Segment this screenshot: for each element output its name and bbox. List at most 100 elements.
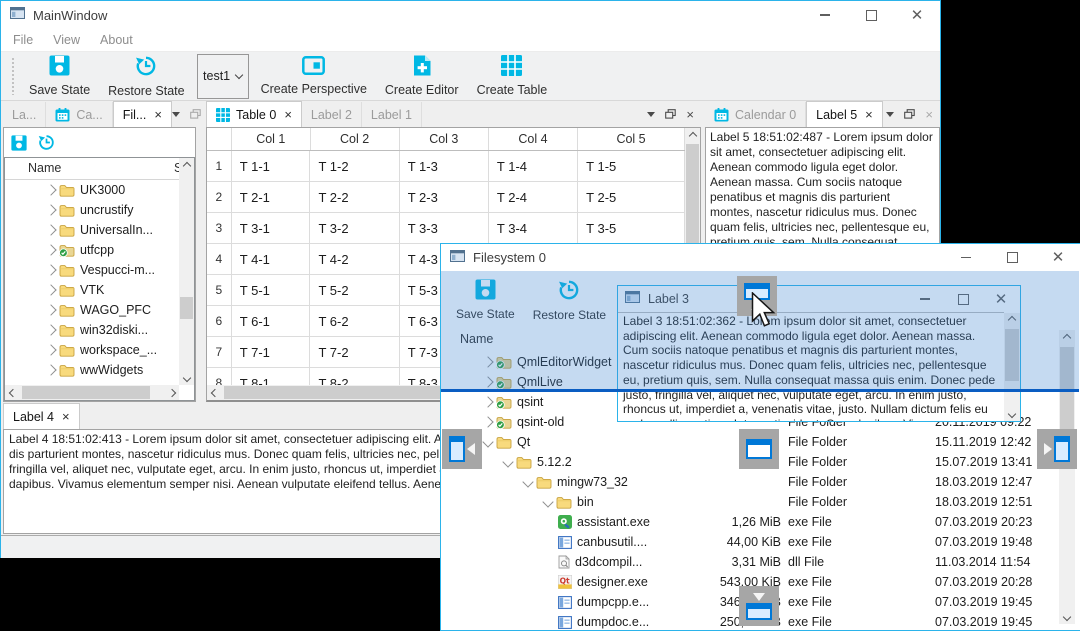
tabs-menu-icon[interactable] (171, 111, 180, 117)
name-column-header[interactable]: Name (28, 161, 61, 175)
maximize-button[interactable] (848, 1, 894, 29)
menu-item-file[interactable]: File (3, 33, 43, 47)
table-cell[interactable]: T 1-5 (578, 151, 685, 181)
chevron-right-icon[interactable] (45, 324, 57, 336)
row-number[interactable]: 2 (207, 182, 232, 212)
tree-vertical-scrollbar[interactable] (179, 158, 194, 385)
column-header[interactable]: Col 1 (232, 128, 311, 150)
chevron-right-icon[interactable] (45, 224, 57, 236)
drop-indicator-right-icon[interactable] (1037, 429, 1077, 469)
menu-item-about[interactable]: About (90, 33, 143, 47)
close-icon[interactable]: × (154, 108, 162, 121)
chevron-down-icon[interactable] (542, 496, 554, 508)
chevron-right-icon[interactable] (482, 416, 494, 428)
minimize-button[interactable] (943, 244, 989, 271)
table-cell[interactable]: T 3-2 (310, 213, 400, 243)
tree-item[interactable]: workspace_... (5, 340, 178, 360)
chevron-right-icon[interactable] (45, 304, 57, 316)
column-header[interactable]: Col 2 (311, 128, 400, 150)
table-cell[interactable]: T 3-3 (400, 213, 489, 243)
table-cell[interactable]: T 1-1 (232, 151, 311, 181)
tree-item[interactable]: UniversalIn... (5, 220, 178, 240)
row-number[interactable]: 8 (207, 368, 232, 385)
filesystem-titlebar[interactable]: Filesystem 0 ✕ (441, 244, 1080, 271)
tab-la[interactable]: La... (3, 102, 47, 127)
save-icon[interactable] (11, 134, 27, 151)
toolbar-handle[interactable] (11, 57, 16, 95)
table-cell[interactable]: T 2-1 (232, 182, 311, 212)
float-icon[interactable] (190, 109, 201, 119)
chevron-right-icon[interactable] (45, 204, 57, 216)
chevron-right-icon[interactable] (45, 184, 57, 196)
fs-tree-item[interactable]: bin File Folder 18.03.2019 12:51 (441, 492, 1057, 512)
table-cell[interactable]: T 3-1 (232, 213, 311, 243)
tab-fil[interactable]: Fil... × (112, 101, 172, 127)
close-icon[interactable]: × (284, 108, 292, 121)
create-perspective-button[interactable]: Create Perspective (252, 53, 376, 99)
close-button[interactable]: ✕ (894, 1, 940, 29)
row-number[interactable]: 1 (207, 151, 232, 181)
fs-tree-item[interactable]: assistant.exe 1,26 MiB exe File 07.03.2019 … (441, 512, 1057, 532)
tree-item[interactable]: Vespucci-m... (5, 260, 178, 280)
tree-item[interactable]: WAGO_PFC (5, 300, 178, 320)
table-cell[interactable]: T 5-2 (310, 275, 400, 305)
column-header[interactable]: Col 3 (400, 128, 489, 150)
table-cell[interactable]: T 1-2 (310, 151, 400, 181)
table-cell[interactable]: T 4-1 (232, 244, 311, 274)
chevron-right-icon[interactable] (45, 344, 57, 356)
table-cell[interactable]: T 2-5 (578, 182, 685, 212)
tree-item[interactable]: UK3000 (5, 180, 178, 200)
table-cell[interactable]: T 8-2 (310, 368, 400, 385)
fs-tree-item[interactable]: mingw73_32 File Folder 18.03.2019 12:47 (441, 472, 1057, 492)
tabs-menu-icon[interactable] (886, 111, 895, 117)
chevron-right-icon[interactable] (45, 284, 57, 296)
table-cell[interactable]: T 7-1 (232, 337, 311, 367)
perspective-combo[interactable]: test1 (196, 53, 249, 99)
close-icon[interactable]: × (62, 410, 70, 423)
drop-indicator-center-icon[interactable] (739, 429, 779, 469)
create-table-button[interactable]: Create Table (468, 53, 557, 99)
create-editor-button[interactable]: Create Editor (376, 53, 468, 99)
chevron-down-icon[interactable] (522, 476, 534, 488)
save-state-button[interactable]: Save State (20, 53, 99, 99)
tree-item[interactable]: win32diski... (5, 320, 178, 340)
tree-item[interactable]: VTK (5, 280, 178, 300)
drop-indicator-left-icon[interactable] (442, 429, 482, 469)
table-cell[interactable]: T 6-1 (232, 306, 311, 336)
close-icon[interactable]: × (865, 108, 873, 121)
history-icon[interactable] (38, 134, 55, 151)
table-cell[interactable]: T 1-4 (489, 151, 579, 181)
row-number[interactable]: 5 (207, 275, 232, 305)
table-cell[interactable]: T 4-2 (310, 244, 400, 274)
tree-item[interactable]: wwWidgets (5, 360, 178, 380)
tree-item[interactable]: uncrustify (5, 200, 178, 220)
menu-item-view[interactable]: View (43, 33, 90, 47)
chevron-right-icon[interactable] (45, 244, 57, 256)
tab-label5[interactable]: Label 5 × (806, 101, 883, 127)
maximize-button[interactable] (989, 244, 1035, 271)
tabs-menu-icon[interactable] (647, 111, 656, 117)
tree-horizontal-scrollbar[interactable] (5, 385, 179, 400)
table-cell[interactable]: T 8-1 (232, 368, 311, 385)
close-icon[interactable]: × (686, 108, 694, 121)
main-titlebar[interactable]: MainWindow ✕ (1, 1, 940, 29)
table-cell[interactable]: T 2-3 (400, 182, 489, 212)
row-number[interactable]: 7 (207, 337, 232, 367)
tab-label2[interactable]: Label 2 (302, 102, 362, 127)
tab-ca[interactable]: Ca... (46, 102, 113, 127)
restore-state-button[interactable]: Restore State (99, 53, 193, 99)
column-header[interactable]: Col 5 (578, 128, 686, 150)
column-header[interactable]: Col 4 (489, 128, 579, 150)
tree-item[interactable]: utfcpp (5, 240, 178, 260)
fs-tree-item[interactable]: canbusutil.... 44,00 KiB exe File 07.03.201… (441, 532, 1057, 552)
table-cell[interactable]: T 1-3 (400, 151, 489, 181)
chevron-down-icon[interactable] (502, 456, 514, 468)
tab-label1[interactable]: Label 1 (362, 102, 422, 127)
tab-table0[interactable]: Table 0 × (206, 101, 302, 127)
tab-calendar0[interactable]: Calendar 0 (705, 102, 807, 127)
float-icon[interactable] (665, 109, 677, 119)
chevron-right-icon[interactable] (482, 396, 494, 408)
drop-indicator-bottom-icon[interactable] (739, 586, 779, 626)
close-button[interactable]: ✕ (1035, 244, 1080, 271)
table-cell[interactable]: T 6-2 (310, 306, 400, 336)
